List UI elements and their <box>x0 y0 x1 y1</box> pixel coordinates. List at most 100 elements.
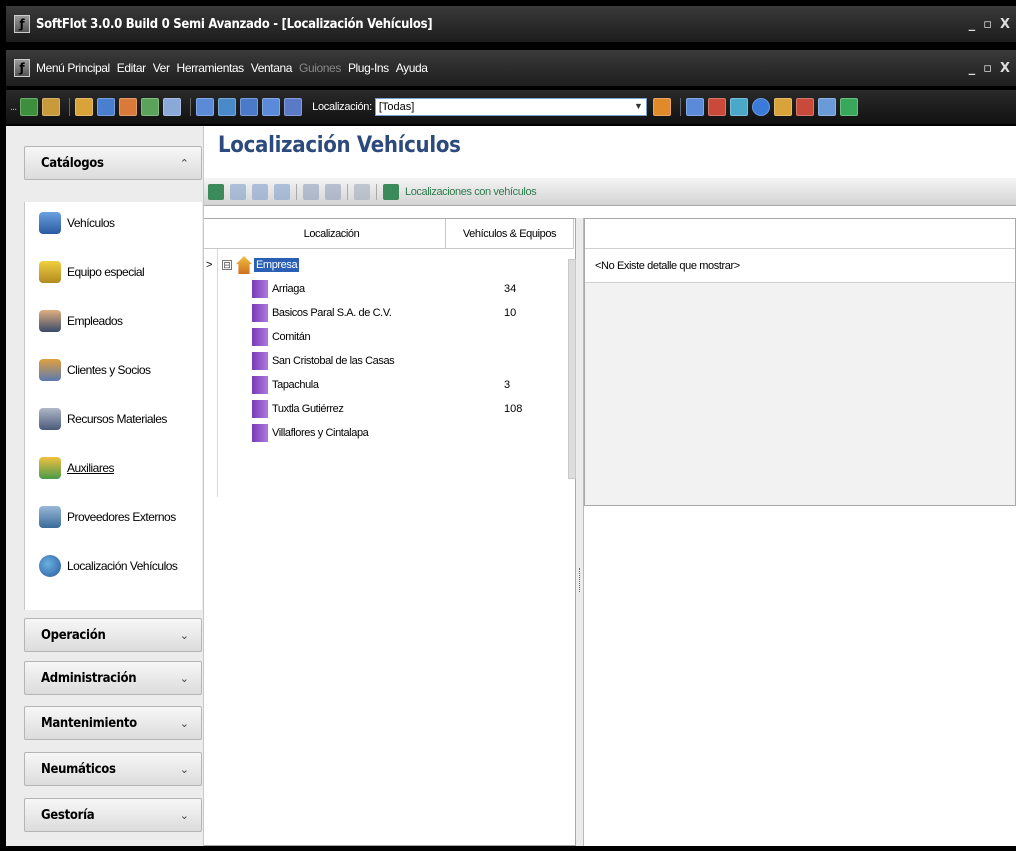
restore-button[interactable]: ▫ <box>983 17 992 32</box>
mdi-controls: _ ▫ X <box>969 50 1010 86</box>
fuel-tool-icon[interactable] <box>75 98 94 116</box>
table-row[interactable]: Tapachula 3 <box>204 373 574 397</box>
clock-tool-icon[interactable] <box>119 98 138 116</box>
panel-icon[interactable] <box>817 98 836 116</box>
locations-grid[interactable]: Localización Vehículos & Equipos > ⊟ Emp… <box>204 218 576 846</box>
sidebar-item-recursos-materiales[interactable]: Recursos Materiales <box>39 404 167 434</box>
grid-tool-icon[interactable] <box>196 98 215 116</box>
building-icon <box>252 280 268 298</box>
columns-tool-icon[interactable] <box>262 98 281 116</box>
content-area: Localización Vehículos Localizaciones co… <box>204 126 1016 846</box>
close-button[interactable]: X <box>1000 17 1010 32</box>
collapse-icon[interactable]: ⊟ <box>222 260 232 270</box>
sidebar-item-equipo-especial[interactable]: Equipo especial <box>39 257 145 287</box>
row-indicator-header <box>204 219 218 248</box>
softflot-app-icon[interactable]: ƒ <box>14 15 30 33</box>
table-row[interactable]: Arriaga 34 <box>204 277 574 301</box>
sidebar-item-label: Localización Vehículos <box>67 559 178 573</box>
suppliers-icon <box>39 506 61 528</box>
mdi-minimize-button[interactable]: _ <box>969 61 976 76</box>
home-icon[interactable] <box>652 98 671 116</box>
splitter-grip[interactable] <box>579 568 581 592</box>
localizacion-select-value: [Todas] <box>378 101 415 113</box>
window-tool-icon[interactable] <box>284 98 303 116</box>
search-icon <box>303 183 319 200</box>
menu-herramientas[interactable]: Herramientas <box>177 61 245 75</box>
sidebar-item-proveedores-externos[interactable]: Proveedores Externos <box>39 502 176 532</box>
book-icon[interactable] <box>707 98 726 116</box>
building-icon <box>252 328 268 346</box>
menu-ayuda[interactable]: Ayuda <box>396 61 428 75</box>
calendar-tool-icon[interactable] <box>97 98 116 116</box>
localizacion-select[interactable]: [Todas] ▼ <box>374 98 647 116</box>
table-row[interactable]: San Cristobal de las Casas <box>204 349 574 373</box>
operacion-group-header[interactable]: Operación ⌄ <box>24 618 202 652</box>
sidebar-item-label: Proveedores Externos <box>67 510 176 524</box>
neumaticos-group-header[interactable]: Neumáticos ⌄ <box>24 752 202 786</box>
export-icon <box>274 183 290 200</box>
subtoolbar-label[interactable]: Localizaciones con vehículos <box>405 186 537 198</box>
chevron-down-icon[interactable]: ⌄ <box>180 717 189 730</box>
document-tool-icon[interactable] <box>163 98 182 116</box>
mdi-restore-button[interactable]: ▫ <box>983 61 992 76</box>
exit-icon[interactable] <box>839 98 858 116</box>
pane-splitter[interactable] <box>576 218 584 846</box>
truck-icon <box>39 212 61 234</box>
column-header-vehiculos[interactable]: Vehículos & Equipos <box>446 219 574 248</box>
table-row[interactable]: Villaflores y Cintalapa <box>204 421 574 445</box>
calendar-icon[interactable] <box>685 98 704 116</box>
report-tool-icon[interactable] <box>141 98 160 116</box>
table-row[interactable]: Tuxtla Gutiérrez 108 <box>204 397 574 421</box>
chevron-down-icon[interactable]: ⌄ <box>180 763 189 776</box>
table-row[interactable]: Basicos Paral S.A. de C.V. 10 <box>204 301 574 325</box>
row-value: 34 <box>504 283 517 295</box>
table-row-empresa[interactable]: > ⊟ Empresa <box>204 253 574 277</box>
vehicles-tool-icon[interactable] <box>20 98 39 116</box>
users-tool-icon[interactable] <box>42 98 61 116</box>
sidebar-item-label: Recursos Materiales <box>67 412 167 426</box>
network-icon[interactable] <box>729 98 748 116</box>
list-icon <box>252 183 268 200</box>
mantenimiento-group-header[interactable]: Mantenimiento ⌄ <box>24 706 202 740</box>
menu-editar[interactable]: Editar <box>117 61 146 75</box>
grid-scrollbar[interactable] <box>568 259 576 479</box>
chevron-down-icon[interactable]: ▼ <box>634 101 643 111</box>
sidebar-item-label: Vehículos <box>67 216 115 230</box>
row-value: 10 <box>504 307 517 319</box>
grid-header: Localización Vehículos & Equipos <box>204 219 574 249</box>
document-icon[interactable]: ƒ <box>14 59 30 77</box>
add-icon[interactable] <box>208 183 224 200</box>
catalogos-items: Vehículos Equipo especial Empleados Clie… <box>24 202 202 610</box>
mdi-close-button[interactable]: X <box>1000 61 1010 76</box>
menu-ver[interactable]: Ver <box>153 61 170 75</box>
gestoria-group-header[interactable]: Gestoría ⌄ <box>24 798 202 832</box>
sidebar-item-vehiculos[interactable]: Vehículos <box>39 208 115 238</box>
sidebar-item-label: Clientes y Socios <box>67 363 151 377</box>
catalogos-group-header[interactable]: Catálogos ⌃ <box>24 146 202 180</box>
row-name: Empresa <box>254 258 300 272</box>
chevron-up-icon[interactable]: ⌃ <box>180 157 189 170</box>
chevron-down-icon[interactable]: ⌄ <box>180 672 189 685</box>
column-header-localizacion[interactable]: Localización <box>218 219 446 248</box>
minimize-button[interactable]: _ <box>969 17 976 32</box>
sidebar-item-empleados[interactable]: Empleados <box>39 306 123 336</box>
split-tool-icon[interactable] <box>240 98 259 116</box>
layout-tool-icon[interactable] <box>218 98 237 116</box>
refresh-icon[interactable] <box>383 183 399 200</box>
notes-icon[interactable] <box>795 98 814 116</box>
sidebar-item-clientes-socios[interactable]: Clientes y Socios <box>39 355 151 385</box>
table-row[interactable]: Comitán <box>204 325 574 349</box>
sidebar-item-auxiliares[interactable]: Auxiliares <box>39 453 115 483</box>
chevron-down-icon[interactable]: ⌄ <box>180 629 189 642</box>
administracion-group-header[interactable]: Administración ⌄ <box>24 661 202 695</box>
chevron-down-icon[interactable]: ⌄ <box>180 809 189 822</box>
sidebar-item-localizacion-vehiculos[interactable]: Localización Vehículos <box>39 551 178 581</box>
window-title: SoftFlot 3.0.0 Build 0 Semi Avanzado - [… <box>36 16 433 32</box>
tip-icon[interactable] <box>773 98 792 116</box>
menu-ventana[interactable]: Ventana <box>251 61 293 75</box>
menu-plugins[interactable]: Plug-Ins <box>348 61 389 75</box>
copy-icon <box>354 183 370 200</box>
help-icon[interactable] <box>751 98 770 116</box>
toolbar-grip[interactable]: ... <box>10 101 17 113</box>
menu-principal[interactable]: Menú Principal <box>36 61 110 75</box>
